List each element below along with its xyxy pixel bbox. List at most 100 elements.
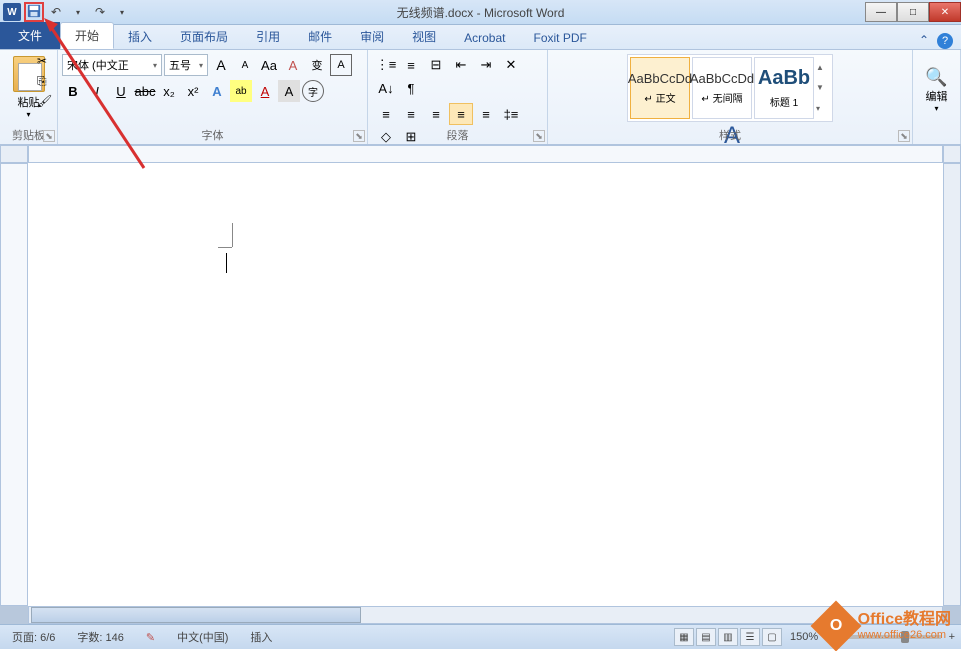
vertical-scrollbar[interactable] <box>943 163 961 606</box>
gallery-up-icon[interactable]: ▲ <box>816 63 830 72</box>
paste-dropdown-icon[interactable]: ▾ <box>26 110 30 119</box>
undo-dropdown[interactable]: ▾ <box>68 2 88 22</box>
styles-dialog-launcher[interactable]: ⬊ <box>898 130 910 142</box>
highlight-button[interactable]: ab <box>230 80 252 102</box>
tab-references[interactable]: 引用 <box>242 24 294 49</box>
scroll-thumb[interactable] <box>31 607 361 623</box>
clipboard-dialog-launcher[interactable]: ⬊ <box>43 130 55 142</box>
word-count[interactable]: 字数: 146 <box>71 627 129 647</box>
bullets-button[interactable]: ⋮≡ <box>374 54 398 76</box>
font-color-button[interactable]: A <box>254 80 276 102</box>
copy-icon[interactable]: ⎘ <box>37 74 53 90</box>
cut-icon[interactable]: ✂ <box>37 54 53 70</box>
superscript-button[interactable]: x² <box>182 80 204 102</box>
styles-group-label: 样式 <box>548 127 912 143</box>
line-spacing-button[interactable]: ‡≡ <box>499 103 523 125</box>
horizontal-scrollbar[interactable] <box>28 606 943 624</box>
format-painter-icon[interactable]: 🖌 <box>37 94 53 110</box>
horizontal-ruler[interactable] <box>28 145 943 163</box>
help-icon[interactable]: ? <box>937 33 953 49</box>
fullscreen-view[interactable]: ▤ <box>696 628 716 646</box>
page-canvas[interactable] <box>28 163 943 606</box>
draft-view[interactable]: ▢ <box>762 628 782 646</box>
undo-button[interactable]: ↶ <box>46 2 66 22</box>
tab-acrobat[interactable]: Acrobat <box>450 27 519 49</box>
tab-file[interactable]: 文件 <box>0 22 60 49</box>
minimize-ribbon-icon[interactable]: ⌃ <box>919 33 929 49</box>
watermark-icon: O <box>810 601 861 651</box>
paragraph-group: ⋮≡ ≡ ⊟ ⇤ ⇥ ✕ A↓ ¶ ≡ ≡ ≡ ≡ ≡ ‡≡ ◇ ⊞ 段落 ⬊ <box>368 50 548 144</box>
asian-layout-button[interactable]: ✕ <box>499 54 523 76</box>
tab-review[interactable]: 审阅 <box>346 24 398 49</box>
paragraph-dialog-launcher[interactable]: ⬊ <box>533 130 545 142</box>
quick-access-toolbar: ↶ ▾ ↷ ▾ <box>24 2 132 22</box>
document-area <box>0 145 961 624</box>
gallery-more-icon[interactable]: ▾ <box>816 104 830 113</box>
show-marks-button[interactable]: ¶ <box>399 77 423 99</box>
gallery-down-icon[interactable]: ▼ <box>816 83 830 92</box>
style-no-spacing[interactable]: AaBbCcDd ↵ 无间隔 <box>692 57 752 119</box>
vertical-ruler[interactable] <box>0 163 28 606</box>
save-icon <box>27 4 41 21</box>
outline-view[interactable]: ☰ <box>740 628 760 646</box>
print-layout-view[interactable]: ▦ <box>674 628 694 646</box>
minimize-button[interactable]: — <box>865 2 897 22</box>
change-case-button[interactable]: Aa <box>258 54 280 76</box>
char-border-button[interactable]: A <box>330 54 352 76</box>
close-button[interactable]: ✕ <box>929 2 961 22</box>
language-indicator[interactable]: 中文(中国) <box>171 627 234 647</box>
title-bar: W ↶ ▾ ↷ ▾ 无线频谱.docx - Microsoft Word — □… <box>0 0 961 25</box>
numbering-button[interactable]: ≡ <box>399 54 423 76</box>
multilevel-button[interactable]: ⊟ <box>424 54 448 76</box>
char-shading-button[interactable]: A <box>278 80 300 102</box>
ruler-toggle[interactable] <box>943 145 961 163</box>
qat-customize[interactable]: ▾ <box>112 2 132 22</box>
clear-format-button[interactable]: A <box>282 54 304 76</box>
align-center-button[interactable]: ≡ <box>399 103 423 125</box>
sort-button[interactable]: A↓ <box>374 77 398 99</box>
tab-insert[interactable]: 插入 <box>114 24 166 49</box>
grow-font-button[interactable]: A <box>210 54 232 76</box>
tab-foxit[interactable]: Foxit PDF <box>519 27 600 49</box>
shrink-font-button[interactable]: A <box>234 54 256 76</box>
watermark: O Office教程网 www.office26.com <box>818 608 951 644</box>
find-icon[interactable]: 🔍 <box>925 67 947 88</box>
paragraph-group-label: 段落 <box>368 127 547 143</box>
save-button[interactable] <box>24 2 44 22</box>
strike-button[interactable]: abc <box>134 80 156 102</box>
align-left-button[interactable]: ≡ <box>374 103 398 125</box>
insert-mode[interactable]: 插入 <box>244 627 278 647</box>
font-group: 宋体 (中文正▾ 五号▾ A A Aa A 变 A B I U abc x₂ x… <box>58 50 368 144</box>
maximize-button[interactable]: □ <box>897 2 929 22</box>
increase-indent-button[interactable]: ⇥ <box>474 54 498 76</box>
tab-home[interactable]: 开始 <box>60 22 114 49</box>
enclose-char-button[interactable]: 字 <box>302 80 324 102</box>
text-effects-button[interactable]: A <box>206 80 228 102</box>
justify-button[interactable]: ≡ <box>449 103 473 125</box>
window-title: 无线频谱.docx - Microsoft Word <box>397 4 565 21</box>
style-heading1[interactable]: AaBb 标题 1 <box>754 57 814 119</box>
redo-button[interactable]: ↷ <box>90 2 110 22</box>
font-group-label: 字体 <box>58 127 367 143</box>
phonetic-guide-button[interactable]: 变 <box>306 54 328 76</box>
proofing-icon[interactable]: ✎ <box>140 629 161 646</box>
distributed-button[interactable]: ≡ <box>474 103 498 125</box>
editing-dropdown-icon[interactable]: ▾ <box>934 104 938 113</box>
decrease-indent-button[interactable]: ⇤ <box>449 54 473 76</box>
italic-button[interactable]: I <box>86 80 108 102</box>
tab-view[interactable]: 视图 <box>398 24 450 49</box>
style-normal[interactable]: AaBbCcDd ↵ 正文 <box>630 57 690 119</box>
tab-mailings[interactable]: 邮件 <box>294 24 346 49</box>
style-gallery[interactable]: AaBbCcDd ↵ 正文 AaBbCcDd ↵ 无间隔 AaBb 标题 1 ▲… <box>627 54 833 122</box>
web-layout-view[interactable]: ▥ <box>718 628 738 646</box>
underline-button[interactable]: U <box>110 80 132 102</box>
page-indicator[interactable]: 页面: 6/6 <box>6 627 61 647</box>
ruler-corner <box>0 145 28 163</box>
font-size-combo[interactable]: 五号▾ <box>164 54 208 76</box>
bold-button[interactable]: B <box>62 80 84 102</box>
subscript-button[interactable]: x₂ <box>158 80 180 102</box>
font-name-combo[interactable]: 宋体 (中文正▾ <box>62 54 162 76</box>
tab-layout[interactable]: 页面布局 <box>166 24 242 49</box>
align-right-button[interactable]: ≡ <box>424 103 448 125</box>
font-dialog-launcher[interactable]: ⬊ <box>353 130 365 142</box>
